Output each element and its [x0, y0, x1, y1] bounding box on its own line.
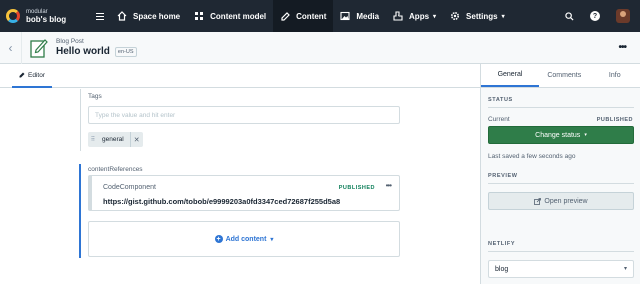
- references-label: contentReferences: [88, 166, 143, 173]
- space-name: bob's blog: [26, 14, 67, 24]
- more-options-icon[interactable]: •••: [618, 42, 626, 53]
- plus-icon: +: [214, 235, 223, 243]
- change-status-label: Change status: [535, 131, 581, 139]
- close-icon[interactable]: ✕: [131, 132, 143, 147]
- nav-label: Content: [296, 11, 327, 21]
- nav-label: Space home: [133, 11, 181, 21]
- space-switcher[interactable]: modular bob's blog: [0, 0, 110, 32]
- status-badge: PUBLISHED: [338, 185, 375, 191]
- entry-header: ‹ Blog Post Hello world en-US •••: [0, 31, 640, 64]
- tag-label: general: [98, 132, 131, 147]
- status-heading: STATUS: [488, 97, 513, 103]
- tab-editor[interactable]: Editor: [12, 64, 52, 88]
- tab-general[interactable]: General: [481, 64, 540, 87]
- tags-label: Tags: [88, 93, 102, 100]
- content-model-icon: [195, 12, 204, 20]
- nav-apps[interactable]: Apps ▾: [386, 0, 443, 32]
- editor-area: Tags Type the value and hit enter ⠿ gene…: [0, 89, 480, 284]
- status-badge: PUBLISHED: [596, 117, 633, 123]
- back-button[interactable]: ‹: [0, 31, 22, 64]
- nav-media[interactable]: Media: [333, 0, 386, 32]
- media-icon: [340, 11, 350, 21]
- add-content-label: Add content: [225, 235, 267, 243]
- drag-handle-icon[interactable]: ⠿: [88, 132, 98, 147]
- card-edge: [89, 176, 92, 210]
- chevron-left-icon: ‹: [8, 40, 13, 55]
- open-preview-label: Open preview: [544, 197, 588, 205]
- editor-tabs: Editor: [0, 64, 480, 88]
- chevron-down-icon: ▾: [433, 13, 437, 20]
- nav-content[interactable]: Content: [273, 0, 334, 32]
- editor-icon: [19, 72, 25, 78]
- chevron-down-icon: ▾: [501, 13, 505, 20]
- apps-icon: [393, 11, 403, 21]
- help-icon: ?: [590, 11, 600, 21]
- nav-label: Settings: [466, 11, 498, 21]
- entry-title: Hello world: [56, 46, 110, 57]
- nav-settings[interactable]: Settings ▾: [443, 0, 512, 32]
- more-options-icon[interactable]: •••: [386, 181, 392, 190]
- entry-sidebar: General Comments Info STATUS Current PUB…: [480, 64, 640, 284]
- nav-space-home[interactable]: Space home: [110, 0, 187, 32]
- organization-name: modular: [26, 8, 48, 15]
- selected-value: blog: [495, 266, 509, 273]
- top-navigation: modular bob's blog Space home Content mo…: [0, 0, 640, 32]
- help-button[interactable]: ?: [582, 0, 608, 32]
- home-icon: [117, 11, 127, 21]
- entry-icon: [30, 38, 48, 58]
- nav-content-model[interactable]: Content model: [187, 0, 273, 32]
- divider: [488, 107, 634, 108]
- netlify-heading: NETLIFY: [488, 241, 516, 247]
- open-preview-button[interactable]: Open preview: [488, 192, 634, 210]
- add-content-button[interactable]: + Add content ▾: [88, 221, 400, 257]
- content-icon: [281, 12, 290, 21]
- content-type-label: Blog Post: [56, 38, 84, 45]
- avatar[interactable]: [616, 9, 630, 23]
- tags-input[interactable]: Type the value and hit enter: [88, 106, 400, 124]
- current-label: Current: [488, 116, 510, 123]
- nav-label: Media: [356, 11, 380, 21]
- active-field-indicator: [79, 164, 81, 258]
- contentful-logo-icon: [6, 9, 20, 23]
- field-divider: [80, 89, 81, 151]
- search-icon: [564, 11, 574, 21]
- chevron-down-icon: ▾: [270, 236, 274, 243]
- nav-label: Apps: [409, 11, 430, 21]
- search-button[interactable]: [556, 0, 582, 32]
- tab-info[interactable]: Info: [590, 64, 640, 87]
- menu-icon[interactable]: [96, 12, 104, 20]
- reference-title: https://gist.github.com/tobob/e9999203a0…: [103, 197, 341, 206]
- chevron-down-icon: ▾: [623, 266, 627, 272]
- reference-content-type: CodeComponent: [103, 184, 156, 191]
- last-saved-text: Last saved a few seconds ago: [488, 153, 576, 160]
- tag-pill[interactable]: ⠿ general ✕: [88, 132, 143, 147]
- change-status-button[interactable]: Change status ▾: [488, 126, 634, 144]
- divider: [488, 251, 634, 252]
- nav-label: Content model: [210, 11, 267, 21]
- divider: [488, 183, 634, 184]
- tab-comments[interactable]: Comments: [539, 64, 589, 87]
- preview-heading: PREVIEW: [488, 173, 518, 179]
- tab-label: Editor: [28, 71, 45, 79]
- main-nav: Space home Content model Content Media A…: [110, 0, 512, 32]
- netlify-site-select[interactable]: blog ▾: [488, 260, 634, 278]
- sidebar-tabs: General Comments Info: [481, 64, 640, 88]
- locale-badge: en-US: [114, 46, 137, 57]
- gear-icon: [451, 11, 460, 21]
- reference-card[interactable]: CodeComponent PUBLISHED ••• https://gist…: [88, 175, 400, 211]
- chevron-down-icon: ▾: [584, 132, 587, 138]
- external-link-icon: [534, 197, 542, 205]
